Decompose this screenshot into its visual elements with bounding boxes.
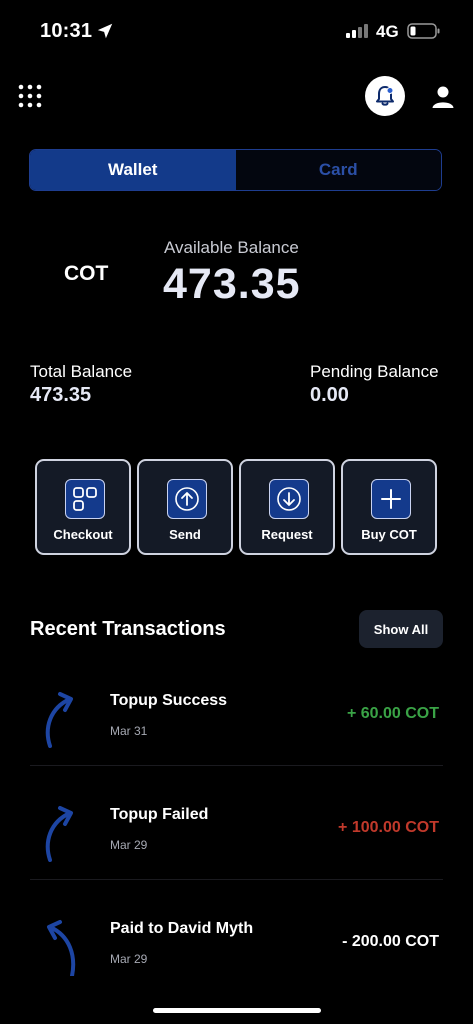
buy-icon-box (371, 479, 411, 519)
grid-squares-icon (73, 487, 97, 511)
total-balance-label: Total Balance (30, 362, 133, 381)
incoming-arrow-icon (45, 806, 73, 862)
arrow-up-icon (175, 487, 199, 511)
transaction-amount: - 200.00 COT (342, 933, 439, 950)
grid-dots-icon[interactable] (18, 84, 42, 108)
incoming-arrow-icon (45, 692, 73, 748)
total-balance-value: 473.35 (30, 384, 92, 406)
tab-card[interactable]: Card (235, 150, 441, 190)
request-icon-box (269, 479, 309, 519)
notifications-button[interactable] (365, 76, 405, 116)
user-icon[interactable] (430, 84, 456, 110)
transaction-amount: + 60.00 COT (346, 705, 439, 722)
tab-wallet[interactable]: Wallet (30, 150, 236, 190)
location-arrow-icon (97, 23, 113, 39)
transaction-date: Mar 29 (110, 838, 148, 852)
checkout-icon-box (65, 479, 105, 519)
send-icon-box (167, 479, 207, 519)
buy-cot-button[interactable]: Buy COT (341, 459, 437, 555)
recent-transactions-title: Recent Transactions (30, 618, 226, 640)
outgoing-arrow-icon (47, 920, 76, 976)
bell-icon (376, 86, 394, 106)
transaction-title: Topup Failed (110, 806, 209, 823)
show-all-button[interactable]: Show All (359, 610, 443, 648)
transaction-date: Mar 31 (110, 724, 148, 738)
arrow-down-icon (277, 487, 301, 511)
status-bar: 10:31 4G (0, 0, 473, 60)
send-label: Send (169, 527, 201, 542)
signal-icon (346, 24, 368, 38)
wallet-card-toggle: Wallet Card (29, 149, 442, 191)
checkout-button[interactable]: Checkout (35, 459, 131, 555)
status-time: 10:31 (40, 20, 93, 42)
transaction-title: Topup Success (110, 692, 228, 709)
transaction-row[interactable]: Topup Failed Mar 29 + 100.00 COT (30, 786, 443, 900)
plus-icon (381, 489, 401, 509)
request-button[interactable]: Request (239, 459, 335, 555)
transaction-title: Paid to David Myth (110, 920, 254, 937)
divider (30, 879, 443, 880)
network-label: 4G (376, 22, 399, 41)
buy-cot-label: Buy COT (361, 527, 417, 542)
currency-label: COT (64, 262, 109, 285)
battery-icon (407, 23, 440, 39)
transaction-row[interactable]: Paid to David Myth Mar 29 - 200.00 COT (30, 900, 443, 1014)
request-label: Request (261, 527, 313, 542)
available-balance-amount: 473.35 (163, 260, 301, 308)
checkout-label: Checkout (53, 527, 113, 542)
divider (30, 765, 443, 766)
available-balance-label: Available Balance (164, 238, 299, 257)
pending-balance-value: 0.00 (310, 384, 349, 406)
transaction-row[interactable]: Topup Success Mar 31 + 60.00 COT (30, 672, 443, 786)
home-indicator[interactable] (153, 1008, 321, 1013)
transaction-date: Mar 29 (110, 952, 148, 966)
transaction-amount: + 100.00 COT (338, 819, 439, 836)
pending-balance-label: Pending Balance (310, 362, 439, 381)
send-button[interactable]: Send (137, 459, 233, 555)
